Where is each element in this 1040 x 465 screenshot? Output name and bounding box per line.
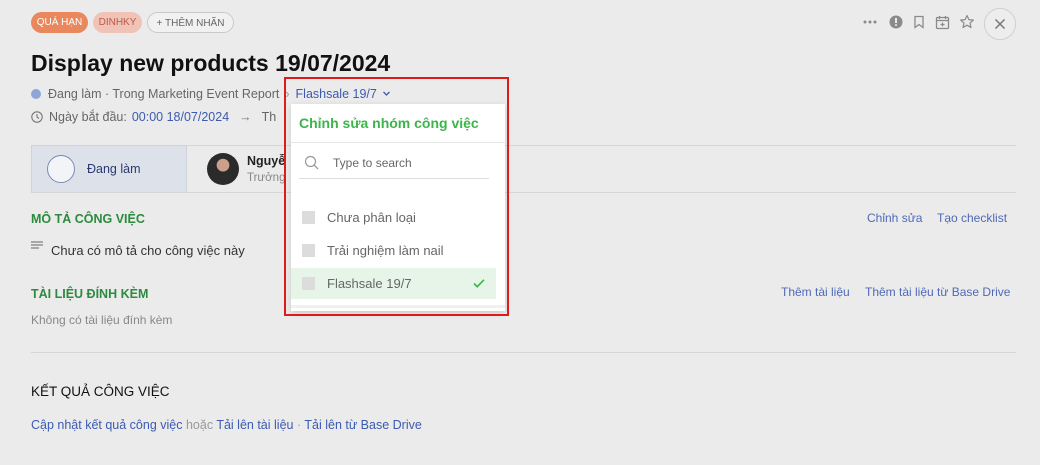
task-title: Display new products 19/07/2024 bbox=[31, 50, 391, 76]
highlight-frame bbox=[284, 77, 509, 316]
avatar[interactable] bbox=[207, 153, 239, 185]
dot-separator: · bbox=[296, 418, 302, 432]
dinhky-tag[interactable]: DINHKY bbox=[93, 12, 142, 33]
divider bbox=[31, 192, 1016, 193]
update-results-link[interactable]: Cập nhật kết quả công việc bbox=[31, 418, 183, 432]
status-line[interactable]: Đang làm · Trong Marketing Event Report bbox=[48, 87, 279, 101]
text-lines-icon bbox=[31, 241, 43, 251]
results-actions: Cập nhật kết quả công việc hoặc Tải lên … bbox=[31, 418, 422, 432]
start-date-value[interactable]: 00:00 18/07/2024 bbox=[132, 110, 229, 124]
assignee-name: Nguyễn bbox=[247, 154, 285, 168]
bookmark-icon[interactable] bbox=[911, 14, 927, 30]
add-document-link[interactable]: Thêm tài liệu bbox=[781, 285, 850, 299]
clock-icon bbox=[31, 111, 43, 123]
edit-description-link[interactable]: Chỉnh sửa bbox=[867, 211, 922, 225]
close-icon bbox=[994, 18, 1006, 30]
add-from-drive-link[interactable]: Thêm tài liệu từ Base Drive bbox=[865, 285, 1010, 299]
results-title: KẾT QUẢ CÔNG VIỆC bbox=[31, 384, 170, 399]
overdue-tag[interactable]: QUÁ HẠN bbox=[31, 12, 88, 33]
divider bbox=[31, 352, 1016, 353]
description-title: MÔ TẢ CÔNG VIỆC bbox=[31, 212, 145, 226]
status-circle-icon bbox=[47, 155, 75, 183]
date-line: Ngày bắt đầu: 00:00 18/07/2024 → Th bbox=[31, 110, 276, 124]
status-label: Đang làm bbox=[87, 162, 141, 176]
calendar-icon[interactable] bbox=[934, 14, 950, 30]
or-text: hoặc bbox=[185, 418, 214, 432]
upload-drive-link[interactable]: Tải lên từ Base Drive bbox=[304, 418, 421, 432]
close-button[interactable] bbox=[984, 8, 1016, 40]
attachments-title: TÀI LIỆU ĐÍNH KÈM bbox=[31, 287, 149, 301]
alert-icon[interactable] bbox=[888, 14, 904, 30]
create-checklist-link[interactable]: Tạo checklist bbox=[937, 211, 1007, 225]
assignee-role: Trưởng bbox=[247, 172, 285, 184]
start-date-label: Ngày bắt đầu: bbox=[49, 110, 127, 124]
more-icon[interactable] bbox=[862, 14, 878, 30]
description-empty: Chưa có mô tả cho công việc này bbox=[51, 243, 245, 258]
date-arrow: → bbox=[239, 110, 252, 124]
add-tag-button[interactable]: + THÊM NHÃN bbox=[147, 12, 234, 33]
attachments-empty: Không có tài liệu đính kèm bbox=[31, 313, 173, 327]
status-dot bbox=[31, 89, 41, 99]
upload-document-link[interactable]: Tải lên tài liệu bbox=[216, 418, 293, 432]
status-selector[interactable]: Đang làm bbox=[31, 145, 187, 193]
end-date-label: Th bbox=[261, 110, 277, 124]
star-icon[interactable] bbox=[959, 14, 975, 30]
